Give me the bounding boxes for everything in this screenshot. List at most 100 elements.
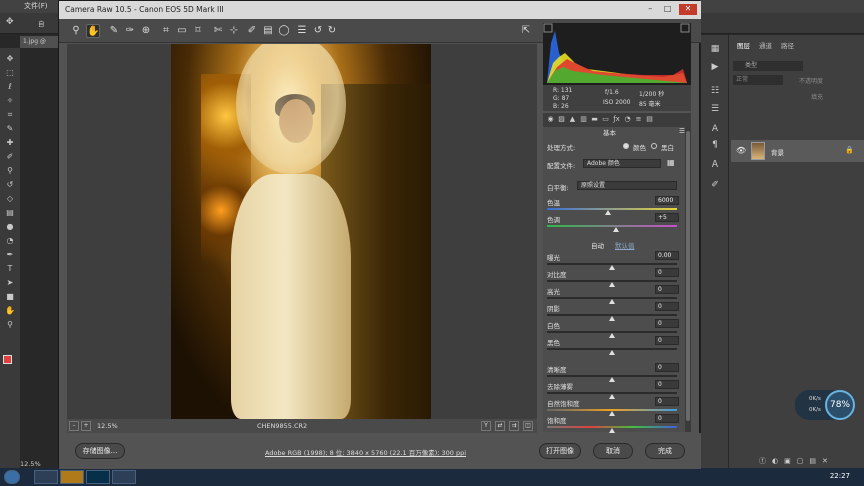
slider-value-input[interactable]: 0 — [655, 363, 679, 372]
before-after-y-button[interactable]: Y — [481, 421, 491, 431]
slider-value-input[interactable]: +5 — [655, 213, 679, 222]
fullscreen-icon[interactable]: ⇱ — [519, 24, 533, 38]
taskbar-explorer-icon[interactable] — [60, 470, 84, 484]
tab-lens-icon[interactable]: ▭ — [601, 115, 610, 124]
auto-select-label[interactable]: 自 — [38, 18, 45, 28]
stamp-tool-icon[interactable]: ⚲ — [4, 166, 16, 176]
color-sampler-icon[interactable]: ✑ — [123, 24, 137, 38]
tab-snapshots-icon[interactable]: ▤ — [645, 115, 654, 124]
zoom-in-button[interactable]: + — [81, 421, 91, 431]
treatment-bw-radio[interactable] — [651, 143, 657, 149]
adjustment-brush-icon[interactable]: ✐ — [245, 24, 259, 38]
glyphs-panel-icon[interactable]: Ａ — [709, 159, 721, 171]
tab-effects-icon[interactable]: ƒx — [612, 115, 621, 124]
toggle-settings-icon[interactable]: ◫ — [523, 421, 533, 431]
taskbar-ie-icon[interactable] — [34, 470, 58, 484]
slider-thumb[interactable] — [609, 428, 615, 433]
workflow-options-link[interactable]: Adobe RGB (1998); 8 位; 3840 x 5760 (22.1… — [265, 447, 466, 457]
crop-tool-icon[interactable]: ⌗ — [159, 24, 173, 38]
text-tool-icon[interactable]: T — [4, 264, 16, 274]
move-tool-icon[interactable]: ✥ — [4, 54, 16, 64]
hand-tool-icon[interactable]: ✋ — [86, 24, 100, 38]
blend-mode-select[interactable]: 正常 — [733, 75, 783, 85]
graduated-filter-icon[interactable]: ▤ — [261, 24, 275, 38]
properties-panel-icon[interactable]: ☰ — [709, 103, 721, 115]
crop-tool-icon[interactable]: ⌗ — [4, 110, 16, 120]
panel-menu-icon[interactable]: ☰ — [679, 127, 685, 135]
tab-tone-curve-icon[interactable]: ▨ — [557, 115, 566, 124]
preferences-icon[interactable]: ☰ — [295, 24, 309, 38]
start-button[interactable] — [4, 470, 20, 484]
blur-tool-icon[interactable]: ● — [4, 222, 16, 232]
dodge-tool-icon[interactable]: ◔ — [4, 236, 16, 246]
preview-area[interactable] — [67, 44, 537, 419]
tab-paths[interactable]: 路径 — [781, 40, 794, 50]
save-image-button[interactable]: 存储图像... — [75, 443, 125, 459]
eyedropper-icon[interactable]: ✎ — [4, 124, 16, 134]
radial-filter-icon[interactable]: ◯ — [277, 24, 291, 38]
history-panel-icon[interactable]: ▦ — [709, 43, 721, 55]
red-eye-icon[interactable]: ⊹ — [227, 24, 241, 38]
tab-presets-icon[interactable]: ≡ — [634, 115, 643, 124]
tab-basic-icon[interactable]: ◉ — [546, 115, 555, 124]
rotate-cw-icon[interactable]: ↻ — [325, 24, 339, 38]
zoom-level[interactable]: – + 12.5% — [69, 421, 129, 431]
lasso-tool-icon[interactable]: ℓ — [4, 82, 16, 92]
slider-value-input[interactable]: 0 — [655, 380, 679, 389]
slider-thumb[interactable] — [605, 210, 612, 215]
actions-panel-icon[interactable]: ▶ — [709, 61, 721, 73]
wb-select[interactable]: 原照设置 — [577, 181, 677, 190]
slider-value-input[interactable]: 0 — [655, 336, 679, 345]
slider-thumb[interactable] — [609, 394, 615, 399]
eraser-tool-icon[interactable]: ◇ — [4, 194, 16, 204]
minimize-button[interactable]: – — [644, 4, 656, 15]
profile-browser-icon[interactable]: ▦ — [667, 158, 675, 167]
slider-thumb[interactable] — [609, 316, 615, 321]
slider-track[interactable] — [547, 208, 677, 210]
zoom-tool-icon[interactable]: ⚲ — [4, 320, 16, 330]
slider-value-input[interactable]: 0.00 — [655, 251, 679, 260]
profile-select[interactable]: Adobe 颜色 — [583, 159, 661, 168]
tab-calibration-icon[interactable]: ◔ — [623, 115, 632, 124]
open-image-button[interactable]: 打开图像 — [539, 443, 581, 459]
maximize-button[interactable]: □ — [662, 4, 674, 15]
healing-icon[interactable]: ✚ — [4, 138, 16, 148]
slider-thumb[interactable] — [609, 411, 615, 416]
slider-thumb[interactable] — [609, 333, 615, 338]
brush-settings-icon[interactable]: ✐ — [709, 179, 721, 191]
paragraph-panel-icon[interactable]: ¶ — [709, 139, 721, 151]
slider-value-input[interactable]: 0 — [655, 319, 679, 328]
shape-tool-icon[interactable]: ■ — [4, 292, 16, 302]
targeted-adjust-icon[interactable]: ⊕ — [139, 24, 153, 38]
treatment-color-radio[interactable] — [623, 143, 629, 149]
close-button[interactable]: ✕ — [679, 4, 697, 15]
brush-tool-icon[interactable]: ✐ — [4, 152, 16, 162]
spot-removal-icon[interactable]: ✄ — [211, 24, 225, 38]
tab-hsl-icon[interactable]: ▥ — [579, 115, 588, 124]
visibility-eye-icon[interactable]: 👁 — [736, 146, 746, 155]
hand-tool-icon[interactable]: ✋ — [4, 306, 16, 316]
foreground-color-swatch[interactable] — [3, 355, 12, 364]
done-button[interactable]: 完成 — [645, 443, 685, 459]
panel-scrollbar[interactable] — [685, 127, 691, 432]
before-after-swap-icon[interactable]: ⇄ — [495, 421, 505, 431]
default-button[interactable]: 默认值 — [615, 240, 635, 250]
auto-button[interactable]: 自动 — [591, 240, 604, 250]
tab-layers[interactable]: 图层 — [737, 40, 750, 50]
straighten-icon[interactable]: ▭ — [175, 24, 189, 38]
slider-thumb[interactable] — [609, 299, 615, 304]
slider-value-input[interactable]: 0 — [655, 414, 679, 423]
tab-detail-icon[interactable]: ▲ — [568, 115, 577, 124]
character-panel-icon[interactable]: A — [709, 123, 721, 135]
gradient-tool-icon[interactable]: ▤ — [4, 208, 16, 218]
copy-settings-icon[interactable]: ⇉ — [509, 421, 519, 431]
zoom-out-button[interactable]: – — [69, 421, 79, 431]
slider-thumb[interactable] — [609, 282, 615, 287]
document-tab[interactable]: 1.jpg @ — [20, 36, 60, 48]
zoom-tool-icon[interactable]: ⚲ — [69, 24, 83, 38]
tab-split-toning-icon[interactable]: ▬ — [590, 115, 599, 124]
slider-value-input[interactable]: 0 — [655, 397, 679, 406]
slider-value-input[interactable]: 0 — [655, 302, 679, 311]
adjustments-panel-icon[interactable]: ☷ — [709, 85, 721, 97]
slider-value-input[interactable]: 0 — [655, 285, 679, 294]
